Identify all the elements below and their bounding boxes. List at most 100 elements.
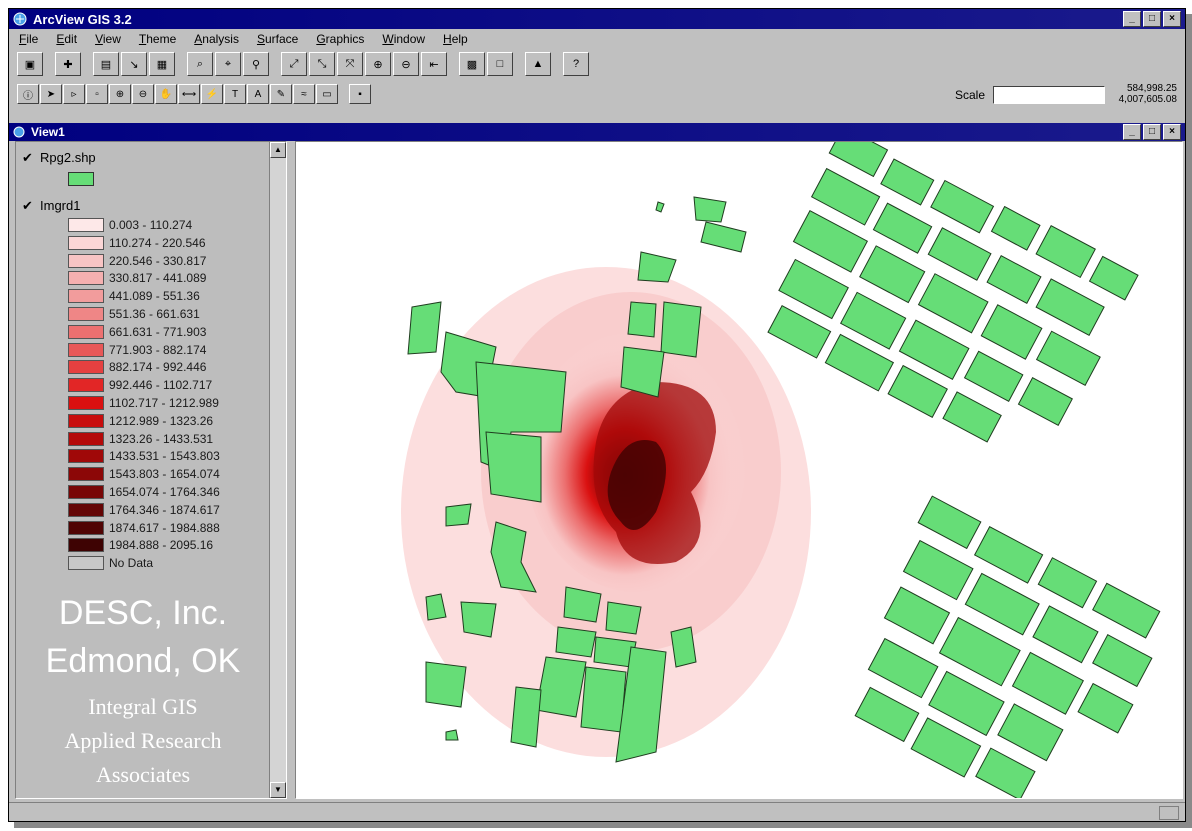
map-display[interactable] (295, 141, 1183, 799)
query-builder-icon[interactable]: ⚲ (243, 52, 269, 76)
save-project-icon[interactable]: ▣ (17, 52, 43, 76)
measure-icon[interactable]: ⟷ (178, 84, 200, 104)
zoom-previous-icon[interactable]: ⇤ (421, 52, 447, 76)
clear-selection-icon[interactable]: □ (487, 52, 513, 76)
legend-swatch (68, 502, 104, 517)
view-maximize-button[interactable]: □ (1143, 124, 1161, 140)
locate-icon[interactable]: ⌖ (215, 52, 241, 76)
legend-swatch (68, 467, 104, 482)
table-icon[interactable]: ▦ (149, 52, 175, 76)
select-features-icon[interactable]: ▩ (459, 52, 485, 76)
zoom-full-extent-icon[interactable]: ⤢ (281, 52, 307, 76)
menu-graphics[interactable]: Graphics (316, 32, 364, 46)
legend-label: 1654.074 - 1764.346 (109, 485, 220, 499)
hotlink-icon[interactable]: ⚡ (201, 84, 223, 104)
label-icon[interactable]: T (224, 84, 246, 104)
toc-scrollbar[interactable]: ▲ ▼ (269, 142, 286, 798)
coordinate-readout: 584,998.25 4,007,605.08 (1119, 83, 1177, 105)
legend-swatch (68, 307, 104, 321)
help-pointer-icon[interactable]: ? (563, 52, 589, 76)
add-theme-icon[interactable]: ✚ (55, 52, 81, 76)
find-icon[interactable]: ⌕ (187, 52, 213, 76)
scroll-down-icon[interactable]: ▼ (270, 782, 286, 798)
legend-class: 882.174 - 992.446 (68, 360, 207, 375)
menu-view[interactable]: View (95, 32, 121, 46)
legend-class: 1102.717 - 1212.989 (68, 396, 219, 410)
watermark-line4: Applied Research (64, 728, 222, 753)
zoom-in-icon[interactable]: ⊕ (365, 52, 391, 76)
pointer-icon[interactable]: ➤ (40, 84, 62, 104)
view-minimize-button[interactable]: _ (1123, 124, 1141, 140)
legend-label: 1543.803 - 1654.074 (109, 467, 220, 482)
legend-label: 771.903 - 882.174 (109, 342, 207, 357)
contour-icon[interactable]: ≈ (293, 84, 315, 104)
view-close-button[interactable]: × (1163, 124, 1181, 140)
legend-label: 441.089 - 551.36 (109, 289, 200, 304)
view-title: View1 (31, 125, 65, 139)
zoom-active-themes-icon[interactable]: ⤡ (309, 52, 335, 76)
table-of-contents: ✔ Rpg2.shp ✔ Imgrd1 0.003 - 110.274 110.2… (15, 141, 287, 799)
draw-icon[interactable]: ✎ (270, 84, 292, 104)
text-icon[interactable]: A (247, 84, 269, 104)
menu-analysis[interactable]: Analysis (194, 32, 239, 46)
theme-visible-checkbox[interactable]: ✔ (22, 151, 34, 164)
legend-label: 110.274 - 220.546 (109, 235, 206, 250)
legend-label: 330.817 - 441.089 (109, 271, 207, 286)
menu-edit[interactable]: Edit (56, 32, 77, 46)
theme-properties-icon[interactable]: ▤ (93, 52, 119, 76)
zoom-in-tool-icon[interactable]: ⊕ (109, 84, 131, 104)
resize-grip-icon[interactable] (1159, 806, 1179, 820)
scale-input[interactable] (993, 86, 1105, 104)
zoom-out-icon[interactable]: ⊖ (393, 52, 419, 76)
legend-label: 1984.888 - 2095.16 (109, 538, 214, 553)
menu-theme[interactable]: Theme (139, 32, 176, 46)
scroll-up-icon[interactable]: ▲ (270, 142, 286, 158)
legend-class: 1543.803 - 1654.074 (68, 467, 220, 482)
vertex-edit-icon[interactable]: ▹ (63, 84, 85, 104)
legend-class: 220.546 - 330.817 (68, 253, 206, 268)
theme-imgrd1[interactable]: ✔ Imgrd1 (22, 198, 80, 213)
layout-icon[interactable]: ▲ (525, 52, 551, 76)
legend-swatch (68, 485, 104, 499)
watermark-city: Edmond, OK (45, 642, 241, 680)
legend-swatch (68, 342, 104, 357)
watermark-line5: Associates (95, 762, 191, 787)
legend-class: 1874.617 - 1984.888 (68, 520, 220, 535)
legend-swatch (68, 413, 104, 428)
zoom-selected-icon[interactable]: ⤧ (337, 52, 363, 76)
legend-swatch (68, 538, 104, 553)
legend-label: 1102.717 - 1212.989 (109, 396, 219, 410)
legend-class: 110.274 - 220.546 (68, 235, 206, 250)
legend-swatch (68, 520, 104, 535)
view-titlebar[interactable]: View1 _ □ × (9, 123, 1185, 141)
extra-tool-icon[interactable]: ▪ (349, 84, 371, 104)
maximize-button[interactable]: □ (1143, 11, 1161, 27)
legend-class: 0.003 - 110.274 (68, 218, 192, 232)
legend-label: No Data (109, 556, 154, 571)
theme-visible-checkbox[interactable]: ✔ (22, 199, 34, 212)
menu-file[interactable]: File (19, 32, 38, 46)
watermark-line3: Integral GIS (88, 694, 198, 719)
legend-swatch (68, 378, 104, 393)
menu-window[interactable]: Window (382, 32, 425, 46)
zoom-out-tool-icon[interactable]: ⊖ (132, 84, 154, 104)
identify-icon[interactable]: ⓘ (17, 84, 39, 104)
theme-rpg2[interactable]: ✔ Rpg2.shp (22, 150, 96, 165)
coord-y: 4,007,605.08 (1118, 94, 1177, 105)
minimize-button[interactable]: _ (1123, 11, 1141, 27)
legend-swatch (68, 235, 104, 250)
legend-swatch (68, 396, 104, 410)
select-feature-icon[interactable]: ▫ (86, 84, 108, 104)
watermark-company: DESC, Inc. (58, 594, 228, 632)
menu-bar: File Edit View Theme Analysis Surface Gr… (9, 30, 1185, 48)
edit-legend-icon[interactable]: ↘ (121, 52, 147, 76)
menu-help[interactable]: Help (443, 32, 468, 46)
close-button[interactable]: × (1163, 11, 1181, 27)
map-canvas (296, 142, 1182, 798)
app-titlebar[interactable]: ArcView GIS 3.2 _ □ × (9, 9, 1185, 29)
legend-label: 661.631 - 771.903 (109, 324, 207, 339)
rectangle-icon[interactable]: ▭ (316, 84, 338, 104)
menu-surface[interactable]: Surface (257, 32, 298, 46)
pan-icon[interactable]: ✋ (155, 84, 177, 104)
legend-label: 882.174 - 992.446 (109, 360, 207, 375)
